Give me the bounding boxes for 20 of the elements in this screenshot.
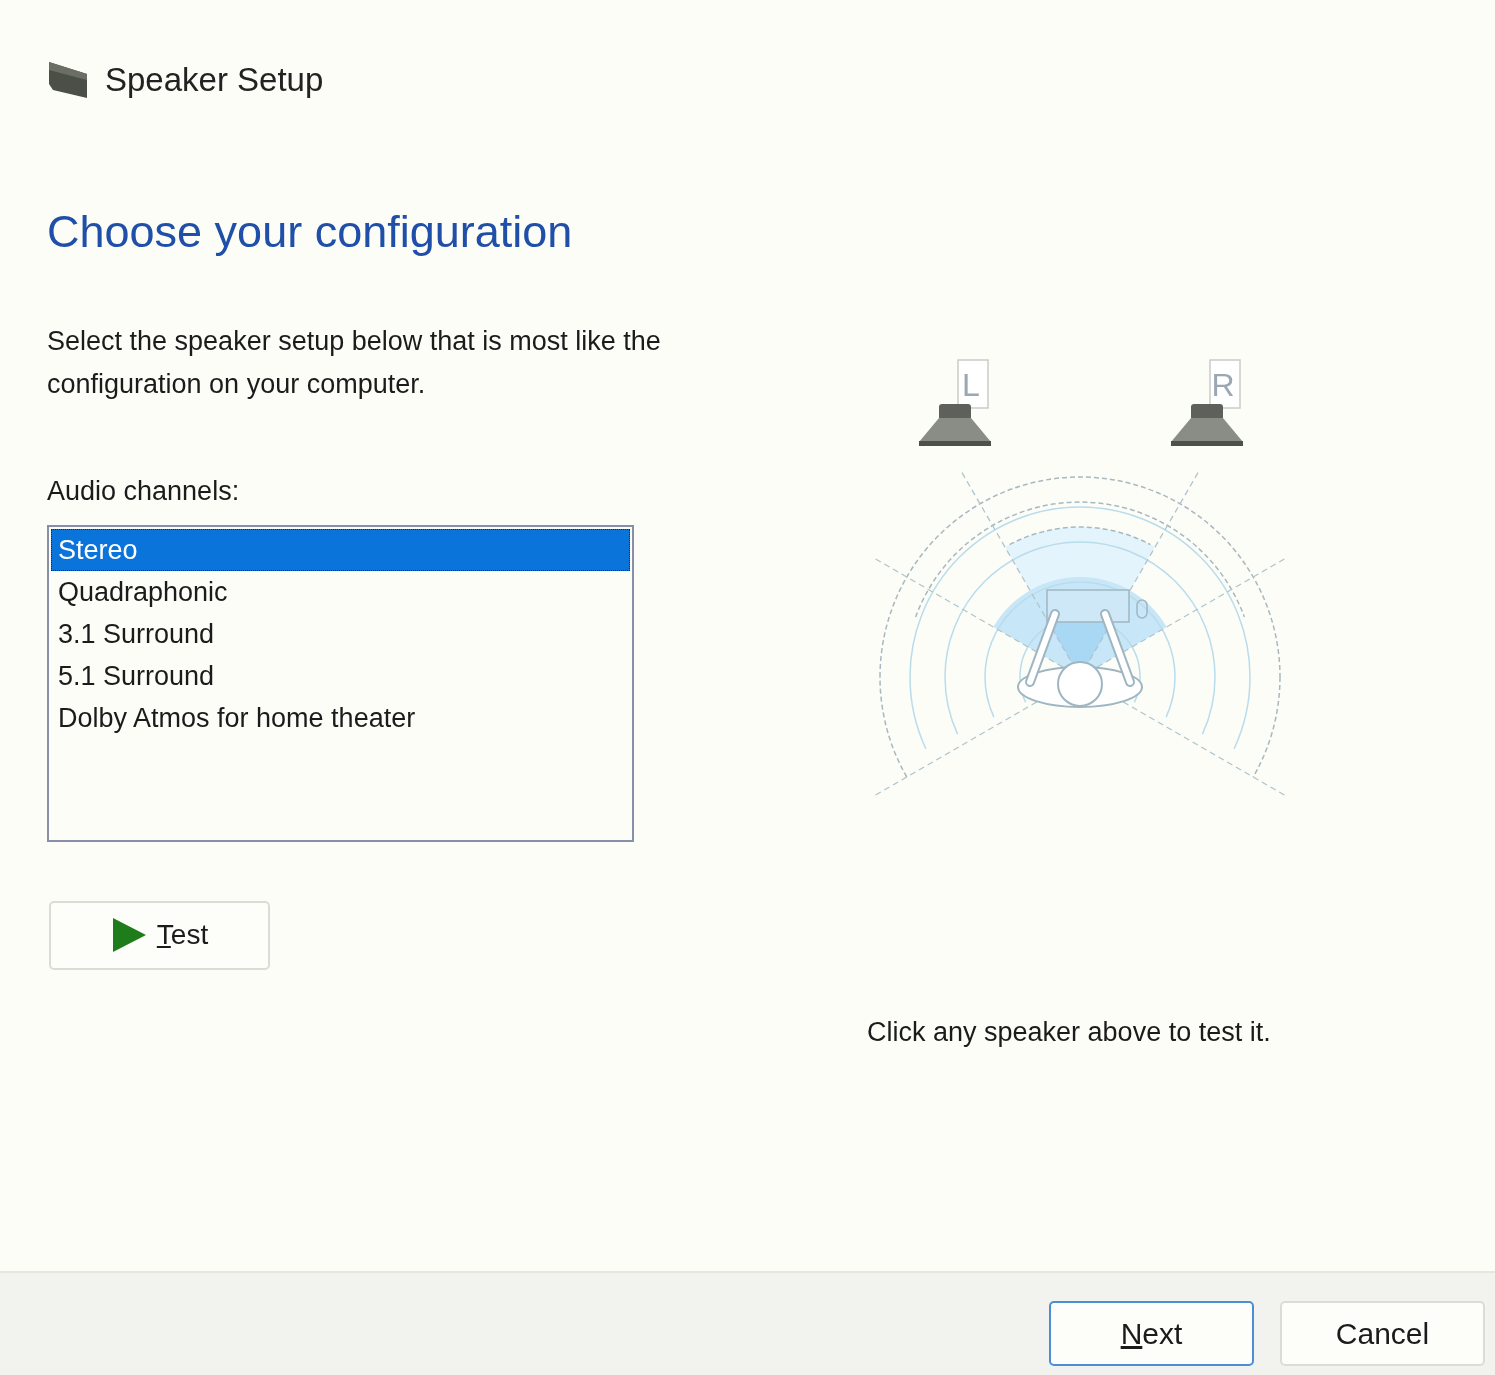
- list-item[interactable]: Dolby Atmos for home theater: [51, 696, 630, 739]
- instruction-text: Select the speaker setup below that is most like the configuration on your computer.: [47, 324, 662, 401]
- caption-text: Click any speaker above to test it.: [867, 1016, 1272, 1048]
- channels-listbox[interactable]: Stereo Quadraphonic 3.1 Surround 5.1 Surround Dolby Atmos for home theater: [47, 524, 634, 842]
- test-button[interactable]: Test: [49, 900, 270, 970]
- speaker-icon: [47, 60, 89, 100]
- speaker-label: R: [1209, 358, 1241, 409]
- list-label: Audio channels:: [47, 475, 241, 507]
- window-title: Speaker Setup: [105, 61, 324, 99]
- list-item[interactable]: 3.1 Surround: [51, 612, 630, 655]
- dialog-button[interactable]: Next: [1049, 1301, 1254, 1366]
- list-item[interactable]: 5.1 Surround: [51, 654, 630, 697]
- list-item[interactable]: Stereo: [51, 528, 630, 571]
- speaker-label: L: [957, 358, 989, 409]
- dialog-button[interactable]: Cancel: [1280, 1301, 1485, 1366]
- play-icon: [110, 917, 147, 953]
- speaker-icon[interactable]: [1171, 403, 1243, 446]
- page-heading: Choose your configuration: [47, 207, 574, 257]
- speaker-icon[interactable]: [919, 403, 991, 446]
- list-item[interactable]: Quadraphonic: [51, 570, 630, 613]
